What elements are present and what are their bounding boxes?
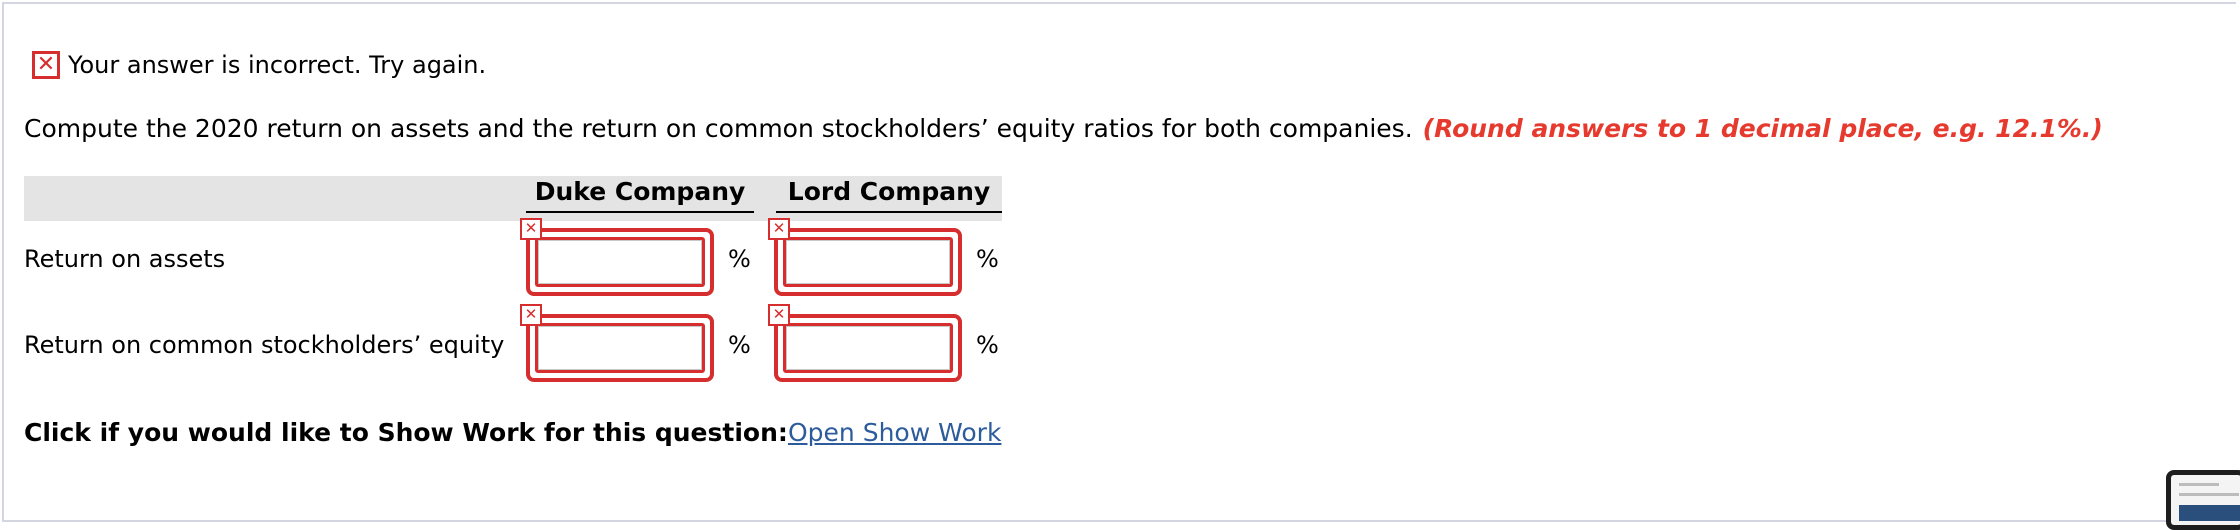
question-text: Compute the 2020 return on assets and th… xyxy=(24,114,1413,143)
row-label-return-on-assets: Return on assets xyxy=(24,245,226,273)
error-x-icon: ✕ xyxy=(32,51,60,79)
column-header-lord: Lord Company xyxy=(776,176,1002,213)
input-error-border xyxy=(774,314,962,382)
status-message: Your answer is incorrect. Try again. xyxy=(68,51,487,79)
percent-unit: % xyxy=(728,331,751,359)
duke-return-on-assets-input[interactable] xyxy=(538,240,702,284)
open-show-work-link[interactable]: Open Show Work xyxy=(788,418,1001,447)
percent-unit: % xyxy=(976,245,999,273)
input-error-border xyxy=(526,228,714,296)
show-work-label: Click if you would like to Show Work for… xyxy=(24,418,788,447)
error-x-icon: ✕ xyxy=(768,304,790,326)
duke-return-on-assets-field: ✕ xyxy=(520,218,714,298)
input-error-border xyxy=(774,228,962,296)
answer-status: ✕ Your answer is incorrect. Try again. xyxy=(32,48,486,82)
lord-return-on-assets-input[interactable] xyxy=(786,240,950,284)
row-label-return-on-equity: Return on common stockholders’ equity xyxy=(24,331,505,359)
error-x-icon: ✕ xyxy=(520,218,542,240)
screenshot-thumbnail[interactable] xyxy=(2166,470,2240,530)
rounding-instruction: (Round answers to 1 decimal place, e.g. … xyxy=(1422,114,2103,143)
question-prompt: Compute the 2020 return on assets and th… xyxy=(24,114,2103,143)
duke-return-on-equity-input[interactable] xyxy=(538,326,702,370)
lord-return-on-equity-field: ✕ xyxy=(768,304,962,384)
input-error-border xyxy=(526,314,714,382)
column-header-duke: Duke Company xyxy=(526,176,754,213)
error-x-icon: ✕ xyxy=(768,218,790,240)
percent-unit: % xyxy=(728,245,751,273)
duke-return-on-equity-field: ✕ xyxy=(520,304,714,384)
lord-return-on-equity-input[interactable] xyxy=(786,326,950,370)
percent-unit: % xyxy=(976,331,999,359)
error-x-icon: ✕ xyxy=(520,304,542,326)
lord-return-on-assets-field: ✕ xyxy=(768,218,962,298)
